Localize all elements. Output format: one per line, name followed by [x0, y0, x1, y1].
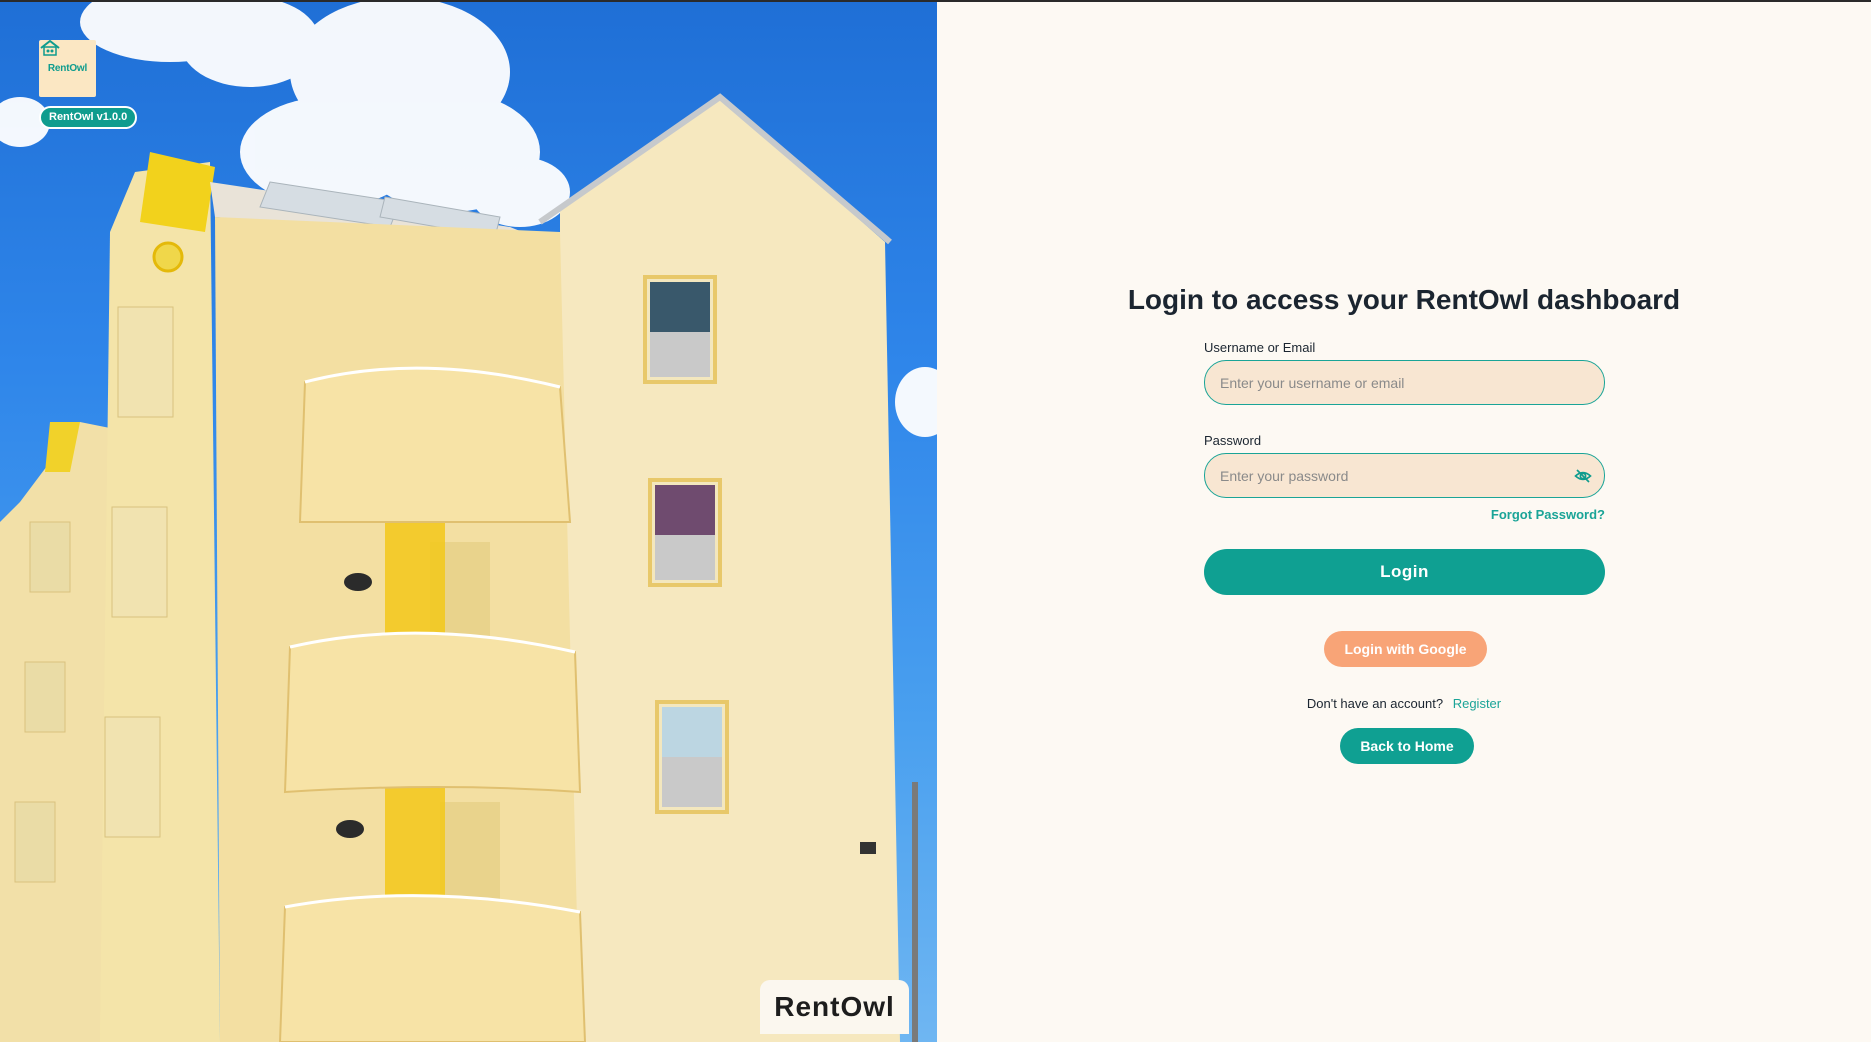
login-page: RentOwl RentOwl v1.0.0 RentOwl Login to …	[0, 2, 1871, 1042]
password-label: Password	[1204, 433, 1262, 448]
username-field-wrap	[1204, 360, 1605, 405]
back-to-home-button[interactable]: Back to Home	[1340, 728, 1474, 764]
forgot-password-link[interactable]: Forgot Password?	[1491, 507, 1605, 522]
username-label: Username or Email	[1204, 340, 1316, 355]
photo-brand-tag: RentOwl	[760, 980, 909, 1034]
register-row: Don't have an account? Register	[937, 696, 1871, 711]
eye-off-icon[interactable]	[1574, 467, 1592, 485]
login-button[interactable]: Login	[1204, 549, 1605, 595]
password-input[interactable]	[1205, 454, 1604, 497]
password-field-wrap	[1204, 453, 1605, 498]
building-illustration	[0, 2, 937, 1042]
page-title: Login to access your RentOwl dashboard	[1127, 284, 1681, 315]
login-panel: Login to access your RentOwl dashboard U…	[937, 2, 1871, 1042]
google-login-button[interactable]: Login with Google	[1324, 631, 1487, 667]
rentowl-logo[interactable]: RentOwl	[39, 40, 96, 97]
logo-text: RentOwl	[47, 63, 88, 74]
no-account-text: Don't have an account?	[1306, 696, 1444, 711]
hero-photo: RentOwl RentOwl v1.0.0 RentOwl	[0, 2, 937, 1042]
register-link[interactable]: Register	[1453, 696, 1501, 711]
version-badge: RentOwl v1.0.0	[39, 106, 138, 129]
login-form: Username or Email Password Forgot Passwo…	[1204, 340, 1605, 595]
username-input[interactable]	[1205, 361, 1604, 404]
owl-house-icon	[40, 40, 60, 56]
